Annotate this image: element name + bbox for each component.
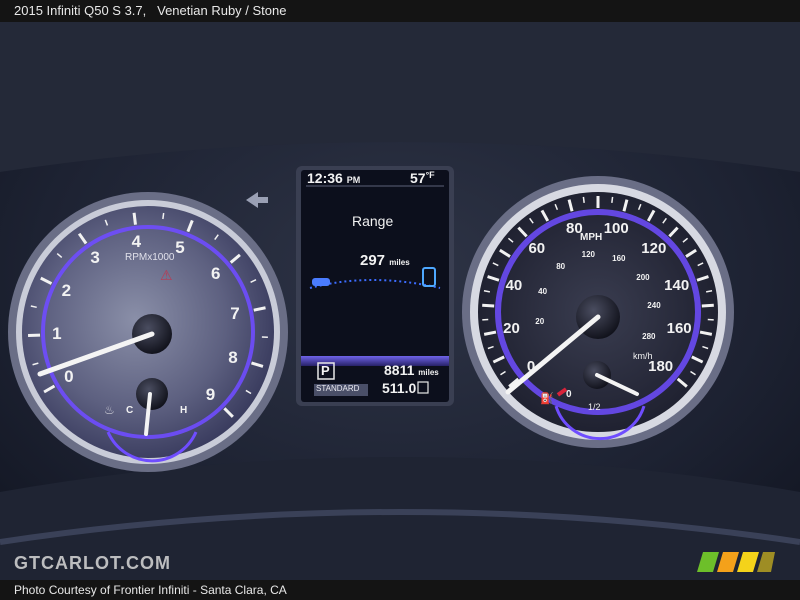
range-readout: 297 miles [360, 252, 410, 269]
outside-temp-unit: °F [425, 170, 435, 180]
fuel-half-label: 1/2 [588, 402, 601, 412]
photo-credit: Photo Courtesy of Frontier Infiniti - Sa… [0, 580, 800, 600]
clock-time: 12:36 PM [307, 170, 360, 186]
speedometer-unit-kmh: km/h [633, 351, 653, 361]
clock-time-value: 12:36 [307, 170, 343, 186]
caption-bar: 2015 Infiniti Q50 S 3.7, Venetian Ruby /… [0, 0, 800, 22]
odometer-value: 8811 [384, 362, 415, 378]
gauge-numeral: 20 [503, 319, 520, 337]
gauge-tick [701, 303, 714, 308]
gauge-numeral: 0 [526, 358, 536, 376]
gauge-numeral: 6 [210, 263, 221, 283]
fuel-pump-icon: ⛽ [540, 392, 554, 405]
fuel-empty-label: 0 [566, 389, 572, 400]
odometer-unit: miles [418, 368, 439, 377]
gauge-numeral: 240 [647, 301, 661, 311]
drive-mode: STANDARD [316, 384, 360, 393]
gauge-numeral: 200 [636, 272, 650, 282]
gauge-numeral: 140 [664, 276, 690, 294]
range-unit: miles [389, 258, 410, 267]
gauge-numeral: 2 [61, 281, 72, 301]
gauge-tick [482, 303, 495, 308]
gauge-tick [611, 196, 614, 203]
instrument-cluster-photo: ♨ ⛽ ⚠ 0 1 2 3 4 5 6 7 8 9 RPMx1000 C H 0… [0, 22, 800, 580]
outside-temp-value: 57 [410, 170, 426, 186]
outside-temp: 57°F [410, 170, 435, 186]
gauge-numeral: 9 [205, 385, 216, 405]
odometer-readout: 8811 miles [384, 362, 439, 378]
gauge-numeral: 120 [641, 240, 667, 258]
caption-title: 2015 Infiniti Q50 S 3.7, [14, 3, 147, 18]
gauge-numeral: 3 [90, 248, 100, 268]
gauge-numeral: 160 [666, 319, 692, 337]
gauge-numeral: 5 [175, 238, 185, 258]
gauge-tick [132, 212, 137, 225]
gauge-numeral: 120 [581, 249, 596, 259]
gauge-numeral: 8 [228, 347, 238, 367]
gauge-numeral: 40 [505, 276, 523, 294]
temp-cold-label: C [126, 405, 134, 416]
warning-icon: ⚠ [160, 267, 173, 283]
trip-value: 511.0 [382, 380, 417, 396]
tachometer-unit-label: RPMx1000 [125, 252, 175, 263]
gauge-numeral: 0 [64, 366, 74, 386]
gauge-numeral: 20 [535, 317, 545, 327]
gear-indicator: P [321, 363, 330, 378]
caption-subtitle: Venetian Ruby / Stone [157, 3, 287, 18]
clock-ampm: PM [346, 175, 361, 185]
gauge-numeral: 280 [642, 331, 656, 341]
gauge-numeral: 160 [612, 253, 626, 263]
tachometer: ♨ [8, 192, 288, 472]
gauge-tick [162, 212, 165, 220]
range-label: Range [352, 213, 394, 229]
cluster-svg: ♨ ⛽ ⚠ [0, 22, 800, 580]
coolant-icon: ♨ [104, 403, 115, 417]
car-icon [312, 278, 330, 286]
range-value: 297 [360, 252, 386, 269]
gauge-numeral: 100 [603, 219, 629, 237]
watermark: GTCARLOT.COM [14, 553, 171, 573]
gauge-numeral: 7 [230, 303, 240, 323]
gauge-numeral: 4 [131, 232, 142, 252]
gauge-numeral: 1 [52, 324, 62, 344]
speedometer-unit-mph: MPH [580, 232, 603, 243]
site-logo [697, 552, 775, 572]
gauge-tick [582, 196, 585, 203]
gauge-numeral: 60 [528, 240, 546, 258]
temp-hot-label: H [180, 405, 188, 416]
gauge-numeral: 40 [538, 286, 548, 296]
gauge-numeral: 80 [556, 261, 566, 271]
